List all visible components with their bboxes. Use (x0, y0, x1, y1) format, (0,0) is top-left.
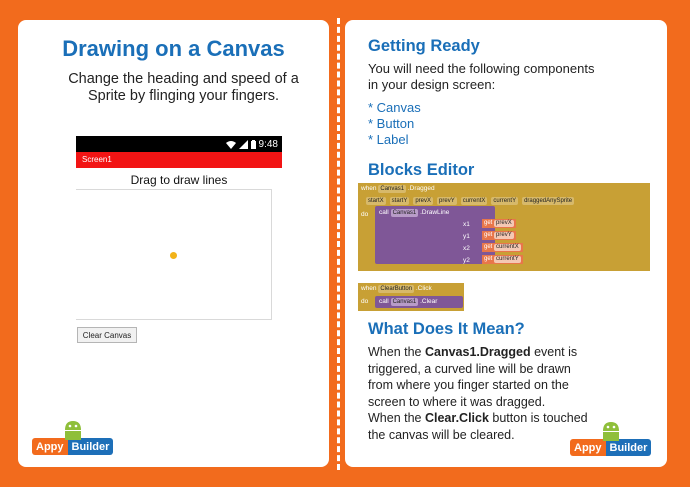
event-name: .Click (415, 285, 432, 292)
arg-y1-label: y1 (463, 233, 470, 240)
get-keyword: get (484, 232, 493, 238)
do-keyword: do (361, 298, 369, 305)
method-name: .Clear (420, 298, 438, 305)
get-keyword: get (484, 256, 493, 262)
android-robot-icon (600, 421, 622, 446)
drag-label: Drag to draw lines (130, 173, 228, 187)
getting-ready-line-2: in your design screen: (368, 77, 496, 92)
status-time: 9:48 (258, 138, 278, 150)
desc-text: When the (368, 411, 425, 425)
param-startx[interactable]: startX (366, 197, 386, 205)
blocks-editor-heading: Blocks Editor (368, 161, 475, 179)
component-dropdown[interactable]: ClearButton (378, 285, 415, 293)
meaning-paragraph: When the Canvas1.Dragged event is trigge… (368, 344, 588, 443)
signal-icon (238, 139, 248, 149)
get-currentx-block[interactable]: get currentX (482, 243, 523, 252)
getting-ready-heading: Getting Ready (368, 37, 480, 55)
call-keyword: call (379, 298, 389, 305)
left-panel: Drawing on a Canvas Change the heading a… (18, 20, 329, 467)
desc-bold: Clear.Click (424, 411, 489, 425)
get-value[interactable]: prevY (494, 232, 514, 239)
method-name: .DrawLine (420, 209, 450, 216)
list-item: * Button (368, 116, 415, 131)
get-prevx-block[interactable]: get prevX (482, 219, 516, 228)
param-starty[interactable]: startY (389, 197, 410, 205)
event-name: .Dragged (407, 185, 435, 192)
component-list: * Canvas * Button * Label (368, 100, 421, 148)
phone-screenshot: 9:48 Screen1 Drag to draw lines Clear Ca… (76, 136, 282, 400)
appybuilder-logo: Appy Builder (32, 421, 114, 455)
meaning-heading: What Does It Mean? (368, 320, 525, 338)
list-item: * Label (368, 132, 409, 147)
param-currentx[interactable]: currentX (460, 197, 488, 205)
dashed-divider (337, 18, 340, 470)
do-keyword: do (361, 211, 369, 218)
screen-title-bar: Screen1 (76, 152, 282, 168)
getting-ready-line-1: You will need the following components (368, 61, 595, 76)
get-keyword: get (484, 220, 493, 226)
clearbutton-click-block[interactable]: when ClearButton .Click do call Canvas1 … (358, 283, 464, 311)
page-subtitle: Change the heading and speed of a Sprite… (68, 71, 299, 104)
call-component-dropdown[interactable]: Canvas1 (390, 298, 419, 306)
get-prevy-block[interactable]: get prevY (482, 231, 516, 240)
call-keyword: call (379, 209, 389, 216)
drawing-canvas[interactable] (76, 189, 272, 320)
desc-bold: Canvas1.Dragged (424, 345, 531, 359)
wifi-icon (225, 140, 236, 149)
battery-icon (250, 139, 256, 149)
param-draggedanysprite[interactable]: draggedAnySprite (522, 197, 575, 205)
arg-x2-label: x2 (463, 245, 470, 252)
when-keyword: when (361, 285, 377, 292)
appybuilder-logo-right: Appy Builder (570, 422, 652, 456)
canvas-dragged-block[interactable]: when Canvas1 .Dragged startX startY prev… (358, 183, 650, 271)
param-prevx[interactable]: prevX (413, 197, 434, 205)
android-robot-icon (62, 420, 84, 445)
get-keyword: get (484, 244, 493, 250)
arg-x1-label: x1 (463, 221, 470, 228)
param-currenty[interactable]: currentY (491, 197, 519, 205)
status-bar: 9:48 (76, 136, 282, 152)
arg-y2-label: y2 (463, 257, 470, 264)
drawline-call-block[interactable]: call Canvas1 .DrawLine x1 y1 x2 y2 (375, 206, 495, 264)
clear-canvas-button[interactable]: Clear Canvas (77, 327, 137, 343)
when-keyword: when (361, 185, 377, 192)
get-value[interactable]: prevX (494, 220, 514, 227)
call-component-dropdown[interactable]: Canvas1 (390, 209, 419, 217)
component-dropdown[interactable]: Canvas1 (378, 185, 407, 193)
list-item: * Canvas (368, 100, 421, 115)
param-prevy[interactable]: prevY (437, 197, 457, 205)
desc-text: When the (368, 345, 425, 359)
get-value[interactable]: currentY (494, 256, 521, 263)
get-value[interactable]: currentX (494, 244, 521, 251)
get-currenty-block[interactable]: get currentY (482, 255, 523, 264)
event-params: startX startY prevX prevY currentX curre… (366, 197, 575, 205)
page-title: Drawing on a Canvas (62, 36, 285, 61)
right-panel: Getting Ready You will need the followin… (345, 20, 667, 467)
sprite-ball[interactable] (170, 252, 177, 259)
clear-call-block[interactable]: call Canvas1 .Clear (375, 296, 463, 308)
